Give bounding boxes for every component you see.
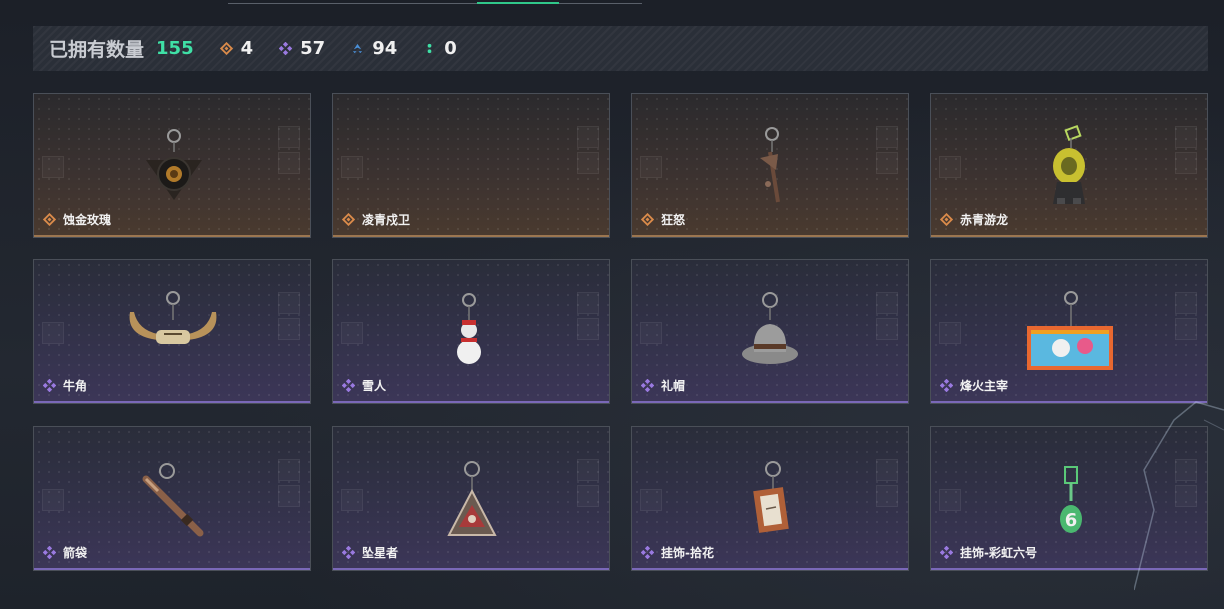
item-name: 牛角 — [63, 379, 88, 393]
owned-summary-bar: 已拥有数量 155 4 57 94 0 — [33, 26, 1208, 71]
item-card[interactable]: 挂饰-拾花 — [631, 426, 909, 571]
stat-purple: 57 — [279, 38, 325, 59]
purple-rarity-icon — [940, 379, 953, 392]
item-label: 凌青戍卫 — [342, 211, 410, 228]
item-label: 蚀金玫瑰 — [43, 211, 111, 228]
item-label: 狂怒 — [641, 211, 685, 228]
item-name: 烽火主宰 — [960, 379, 1009, 393]
svg-text:6: 6 — [1065, 510, 1078, 531]
item-label: 赤青游龙 — [940, 211, 1008, 228]
stat-green: 0 — [423, 38, 457, 59]
item-card[interactable]: 雪人 — [332, 259, 610, 404]
item-label: 牛角 — [43, 377, 87, 394]
item-label: 礼帽 — [641, 377, 685, 394]
item-card[interactable]: 坠星者 — [332, 426, 610, 571]
tab-underline — [228, 3, 642, 4]
green-dots-icon — [427, 43, 432, 54]
owned-label: 已拥有数量 — [49, 39, 145, 61]
item-card[interactable]: 箭袋 — [33, 426, 311, 571]
item-card[interactable]: 牛角 — [33, 259, 311, 404]
item-label: 挂饰-拾花 — [641, 544, 714, 561]
item-name: 箭袋 — [63, 546, 88, 560]
item-card[interactable]: 赤青游龙 — [930, 93, 1208, 238]
stat-gold-value: 4 — [240, 38, 254, 59]
gold-rarity-icon — [342, 213, 355, 226]
item-label: 烽火主宰 — [940, 377, 1008, 394]
stat-blue: 94 — [351, 38, 397, 59]
top-tab-strip — [0, 0, 1224, 8]
item-name: 礼帽 — [661, 379, 686, 393]
item-name: 坠星者 — [362, 546, 399, 560]
item-name: 赤青游龙 — [960, 213, 1009, 227]
stat-blue-value: 94 — [372, 38, 398, 59]
gold-rarity-icon — [641, 213, 654, 226]
item-card[interactable]: 礼帽 — [631, 259, 909, 404]
gold-diamond-icon — [219, 42, 233, 55]
owned-count: 155 — [156, 38, 194, 59]
purple-rarity-icon — [641, 379, 654, 392]
purple-cluster-icon — [279, 42, 293, 55]
lightning-decoration — [1134, 401, 1224, 591]
item-label: 挂饰-彩虹六号 — [940, 544, 1037, 561]
item-name: 雪人 — [362, 379, 387, 393]
stat-purple-value: 57 — [300, 38, 326, 59]
gold-rarity-icon — [43, 213, 56, 226]
item-name: 狂怒 — [661, 213, 686, 227]
item-name: 挂饰-彩虹六号 — [960, 546, 1037, 560]
purple-rarity-icon — [342, 379, 355, 392]
purple-rarity-icon — [43, 546, 56, 559]
item-card[interactable]: 狂怒 — [631, 93, 909, 238]
purple-rarity-icon — [43, 379, 56, 392]
item-name: 凌青戍卫 — [362, 213, 411, 227]
item-label: 雪人 — [342, 377, 386, 394]
item-label: 坠星者 — [342, 544, 398, 561]
item-card[interactable]: 烽火主宰 — [930, 259, 1208, 404]
purple-rarity-icon — [342, 546, 355, 559]
item-name: 蚀金玫瑰 — [63, 213, 112, 227]
item-card[interactable]: 凌青戍卫 — [332, 93, 610, 238]
active-tab-indicator — [477, 2, 559, 4]
stat-gold: 4 — [219, 38, 254, 59]
item-card[interactable]: 蚀金玫瑰 — [33, 93, 311, 238]
item-label: 箭袋 — [43, 544, 87, 561]
purple-rarity-icon — [641, 546, 654, 559]
stat-green-value: 0 — [444, 38, 457, 59]
purple-rarity-icon — [940, 546, 953, 559]
gold-rarity-icon — [940, 213, 953, 226]
item-name: 挂饰-拾花 — [661, 546, 714, 560]
blue-chevron-icon — [353, 43, 363, 54]
